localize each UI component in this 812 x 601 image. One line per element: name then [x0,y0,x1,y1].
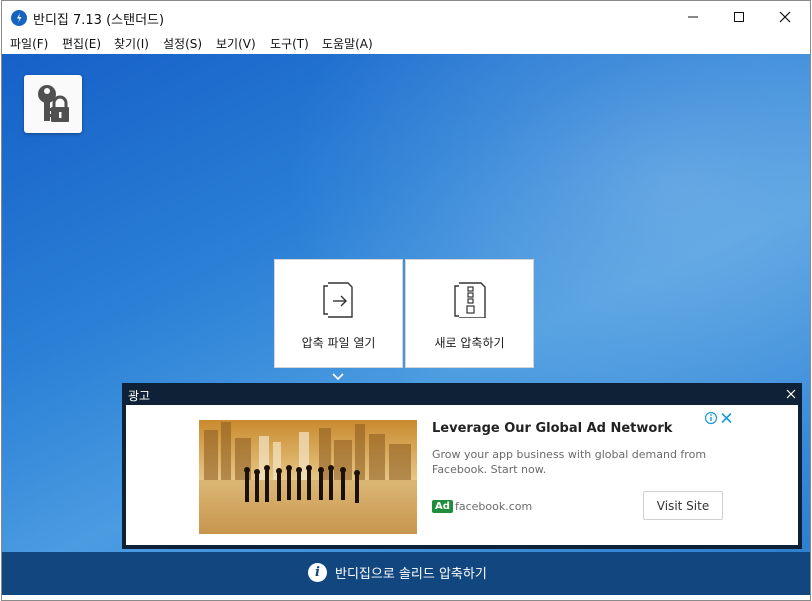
menu-bar: 파일(F) 편집(E) 찾기(I) 설정(S) 보기(V) 도구(T) 도움말(… [2,33,810,53]
ad-domain: facebook.com [455,500,533,513]
visit-site-button[interactable]: Visit Site [643,491,723,520]
menu-find[interactable]: 찾기(I) [114,35,149,52]
menu-file[interactable]: 파일(F) [10,35,48,52]
key-lock-icon [38,85,69,122]
ad-image[interactable] [199,420,417,534]
main-area: 압축 파일 열기 새로 압축하기 광고 Leverage Our Global … [2,54,810,552]
new-archive-button[interactable]: 새로 압축하기 [405,259,534,368]
ad-badge: Ad [432,500,453,513]
bottom-bar-text: 반디집으로 솔리드 압축하기 [335,567,487,582]
window-title: 반디집 7.13 (스탠더드) [33,13,165,28]
solid-compress-tip[interactable]: i 반디집으로 솔리드 압축하기 [308,563,487,582]
bottom-bar[interactable]: i 반디집으로 솔리드 압축하기 [2,552,810,595]
minimize-button[interactable] [670,1,716,33]
maximize-button[interactable] [716,1,762,33]
app-window: 반디집 7.13 (스탠더드) 파일(F) 편집(E) 찾기(I) 설정(S) … [1,0,811,601]
menu-help[interactable]: 도움말(A) [322,35,373,52]
menu-tools[interactable]: 도구(T) [270,35,309,52]
menu-view[interactable]: 보기(V) [216,35,256,52]
open-archive-button[interactable]: 압축 파일 열기 [274,259,403,368]
info-icon: i [308,563,327,582]
new-archive-label: 새로 압축하기 [434,336,505,350]
ad-close-icon[interactable] [784,387,798,401]
close-button[interactable] [762,1,808,33]
new-archive-icon [454,282,486,318]
ad-header-label: 광고 [128,389,151,403]
ad-choices-icon[interactable] [704,411,734,425]
ad-headline[interactable]: Leverage Our Global Ad Network [432,421,672,436]
ad-description: Grow your app business with global deman… [432,448,707,476]
bandizip-logo-icon [11,10,27,26]
ad-body[interactable]: Leverage Our Global Ad Network Grow your… [126,405,798,545]
menu-settings[interactable]: 설정(S) [163,35,202,52]
open-archive-label: 압축 파일 열기 [301,336,376,350]
ad-panel: 광고 Leverage Our Global Ad Network Grow y… [122,383,802,549]
title-bar[interactable]: 반디집 7.13 (스탠더드) [2,1,810,33]
chevron-down-icon[interactable] [332,373,344,381]
open-archive-icon [323,282,353,318]
menu-edit[interactable]: 편집(E) [62,35,101,52]
password-manager-button[interactable] [24,75,82,133]
